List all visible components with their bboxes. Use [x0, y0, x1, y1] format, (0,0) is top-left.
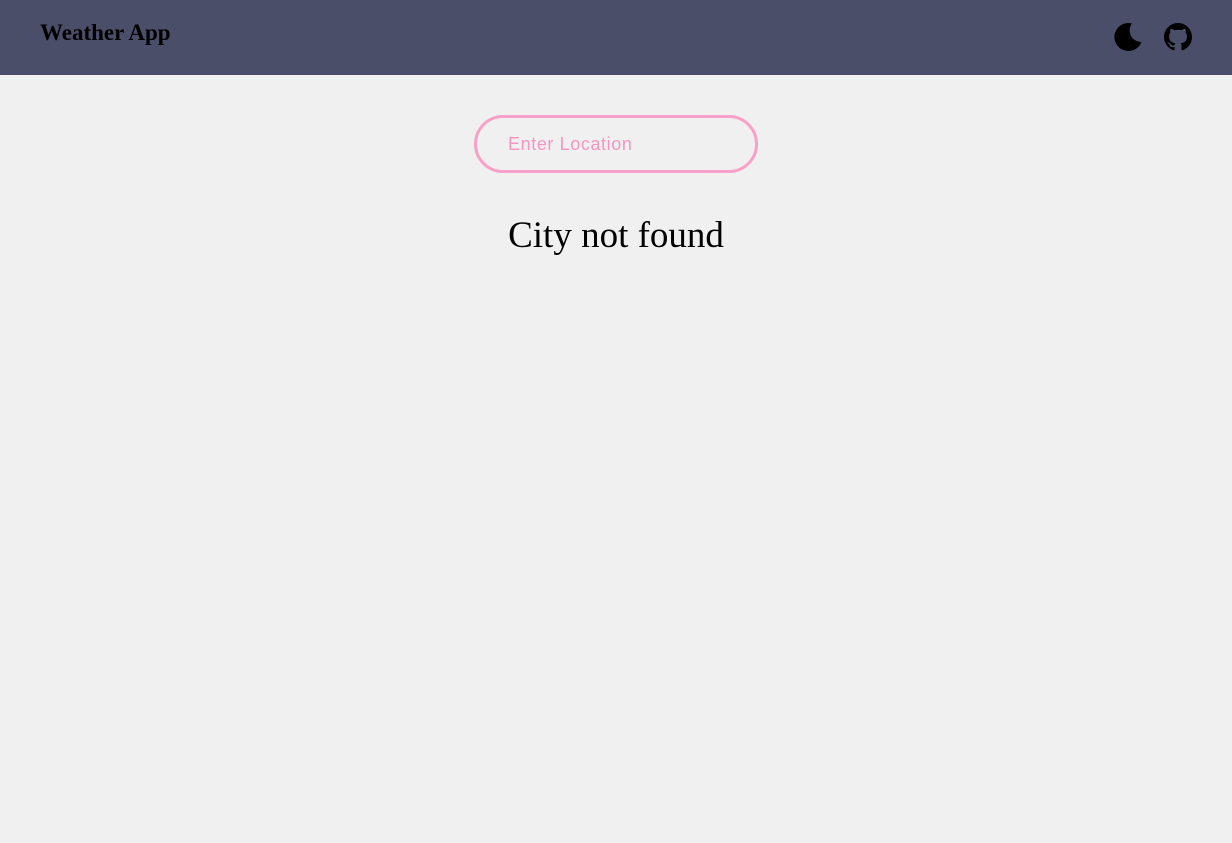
main-content: City not found — [0, 75, 1232, 843]
moon-icon — [1114, 23, 1142, 52]
search-container — [474, 115, 758, 173]
dark-mode-toggle[interactable] — [1112, 21, 1144, 53]
header-actions — [1112, 19, 1192, 55]
status-message: City not found — [508, 215, 724, 256]
location-search-input[interactable] — [474, 115, 758, 173]
github-icon — [1164, 23, 1192, 51]
app-header: Weather App — [0, 0, 1232, 75]
app-title: Weather App — [40, 20, 171, 45]
github-link[interactable] — [1164, 23, 1192, 51]
